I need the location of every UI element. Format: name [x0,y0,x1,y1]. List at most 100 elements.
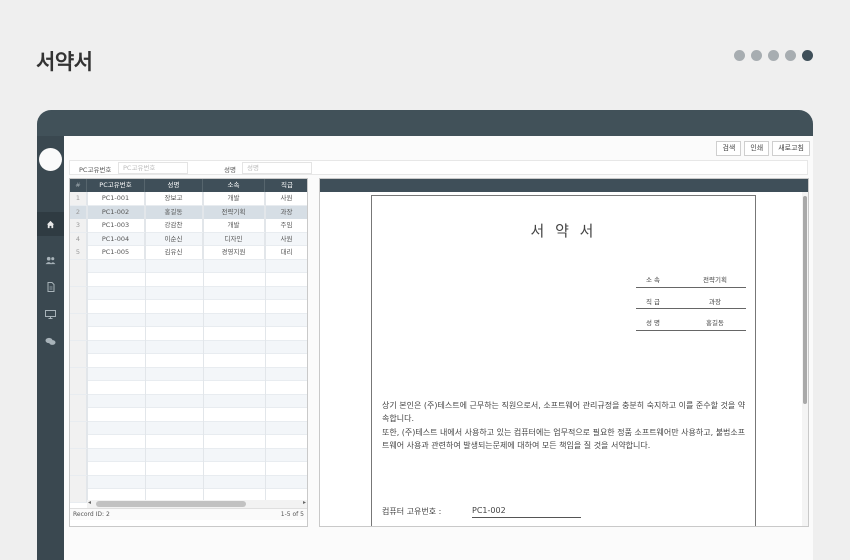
table-row[interactable]: 4 PC1-004 이순신 디자인 사원 [70,232,307,246]
scroll-left-arrow-icon[interactable]: ◂ [88,499,91,506]
sidebar-item-documents[interactable] [37,279,64,295]
cell-rownum: 3 [70,219,87,232]
chat-icon [45,337,56,345]
scrollbar-thumb[interactable] [803,196,807,404]
info-row-name: 성 명 홍길동 [636,309,746,331]
page-range-text: 1-5 of 5 [280,511,304,518]
cell-rownum [70,435,87,448]
cell-dept: 전략기획 [203,205,265,219]
cell-name: 강감찬 [145,219,203,232]
empty-table-row [70,259,307,273]
info-value: 홍길동 [706,319,724,327]
search-button[interactable]: 검색 [716,141,742,156]
cell-dept: 개발 [203,192,265,205]
document-preview: 서 약 서 소 속 전략기획 직 급 과장 성 명 홍길동 상기 본인은 (주)… [319,178,809,527]
page-title: 서약서 [36,50,93,74]
empty-table-row [70,313,307,327]
info-value: 전략기획 [703,276,727,284]
empty-table-row [70,273,307,287]
cell-rank: 사원 [265,192,307,205]
cell-name: 장보고 [145,192,203,205]
toolbar: 검색 인쇄 새로고침 [716,141,810,156]
pager-dot-4[interactable] [785,50,796,61]
cell-rownum [70,259,87,273]
cell-pc-id: PC1-004 [87,232,145,246]
empty-table-row [70,408,307,422]
cell-rownum [70,327,87,340]
empty-table-row [70,381,307,395]
avatar[interactable] [39,148,62,171]
cell-rownum [70,475,87,489]
table-row[interactable]: 3 PC1-003 강감찬 개발 주임 [70,219,307,233]
cell-rownum [70,340,87,354]
sidebar-item-monitor[interactable] [37,306,64,322]
scrollbar-thumb[interactable] [96,501,246,507]
pledge-document: 서 약 서 소 속 전략기획 직 급 과장 성 명 홍길동 상기 본인은 (주)… [371,195,756,526]
print-button[interactable]: 인쇄 [744,141,770,156]
cell-rownum [70,286,87,300]
refresh-button[interactable]: 새로고침 [772,141,810,156]
cell-rownum [70,367,87,381]
cell-rownum [70,394,87,408]
pager-dot-5[interactable] [802,50,813,61]
scroll-right-arrow-icon[interactable]: ▸ [303,499,306,506]
cell-rownum [70,421,87,435]
grid-column-divider [265,192,266,500]
pc-id-input[interactable]: PC고유번호 [118,162,188,174]
cell-pc-id: PC1-002 [87,205,145,219]
table-row[interactable]: 1 PC1-001 장보고 개발 사원 [70,192,307,206]
employee-info-table: 소 속 전략기획 직 급 과장 성 명 홍길동 [636,266,746,331]
main-content: 검색 인쇄 새로고침 PC고유번호 PC고유번호 성명 성명 # PC고유번호 … [64,136,813,560]
document-body: 상기 본인은 (주)테스트에 근무하는 직원으로서, 소프트웨어 관리규정을 충… [382,399,747,452]
cell-rownum [70,273,87,286]
home-icon [46,220,55,228]
cell-rownum [70,381,87,394]
grid-horizontal-scrollbar[interactable]: ◂ ▸ [87,499,307,508]
column-header-dept[interactable]: 소속 [203,179,265,192]
cell-pc-id: PC1-005 [87,246,145,259]
pager-dots [734,50,813,61]
pager-dot-3[interactable] [768,50,779,61]
monitor-icon [45,309,56,319]
info-row-dept: 소 속 전략기획 [636,266,746,288]
info-label: 소 속 [646,276,661,284]
cell-rownum [70,408,87,421]
empty-table-row [70,367,307,381]
pledge-paragraph-1: 상기 본인은 (주)테스트에 근무하는 직원으로서, 소프트웨어 관리규정을 충… [382,401,746,424]
sidebar-item-chat[interactable] [37,333,64,349]
cell-name: 홍길동 [145,205,203,219]
cell-rank: 대리 [265,246,307,259]
cell-dept: 경영지원 [203,246,265,259]
cell-rownum [70,462,87,475]
column-header-pc-id[interactable]: PC고유번호 [87,179,145,192]
info-label: 직 급 [646,297,661,306]
name-input[interactable]: 성명 [242,162,312,174]
column-header-rownum[interactable]: # [70,179,87,192]
pager-dot-2[interactable] [751,50,762,61]
cell-rank: 과장 [265,205,307,219]
sidebar-item-home[interactable] [37,212,64,236]
empty-table-row [70,300,307,314]
document-preview-header [320,179,808,192]
cell-dept: 개발 [203,219,265,232]
document-vertical-scrollbar[interactable] [802,192,808,526]
search-bar: PC고유번호 PC고유번호 성명 성명 [69,160,808,175]
table-row[interactable]: 2 PC1-002 홍길동 전략기획 과장 [70,205,307,219]
column-header-name[interactable]: 성명 [145,179,203,192]
cell-pc-id: PC1-003 [87,219,145,232]
column-header-rank[interactable]: 직급 [265,179,307,192]
empty-table-row [70,286,307,300]
info-row-rank: 직 급 과장 [636,288,746,309]
grid-column-divider [145,192,146,500]
sidebar-item-users[interactable] [37,252,64,268]
app-window: 검색 인쇄 새로고침 PC고유번호 PC고유번호 성명 성명 # PC고유번호 … [37,110,813,560]
empty-table-row [70,394,307,408]
grid-column-divider [203,192,204,500]
document-title: 서 약 서 [530,222,597,240]
table-row[interactable]: 5 PC1-005 김유신 경영지원 대리 [70,246,307,260]
pager-dot-1[interactable] [734,50,745,61]
empty-table-row [70,462,307,476]
grid-column-divider [87,192,88,500]
cell-rownum [70,489,87,502]
name-label: 성명 [224,166,236,174]
